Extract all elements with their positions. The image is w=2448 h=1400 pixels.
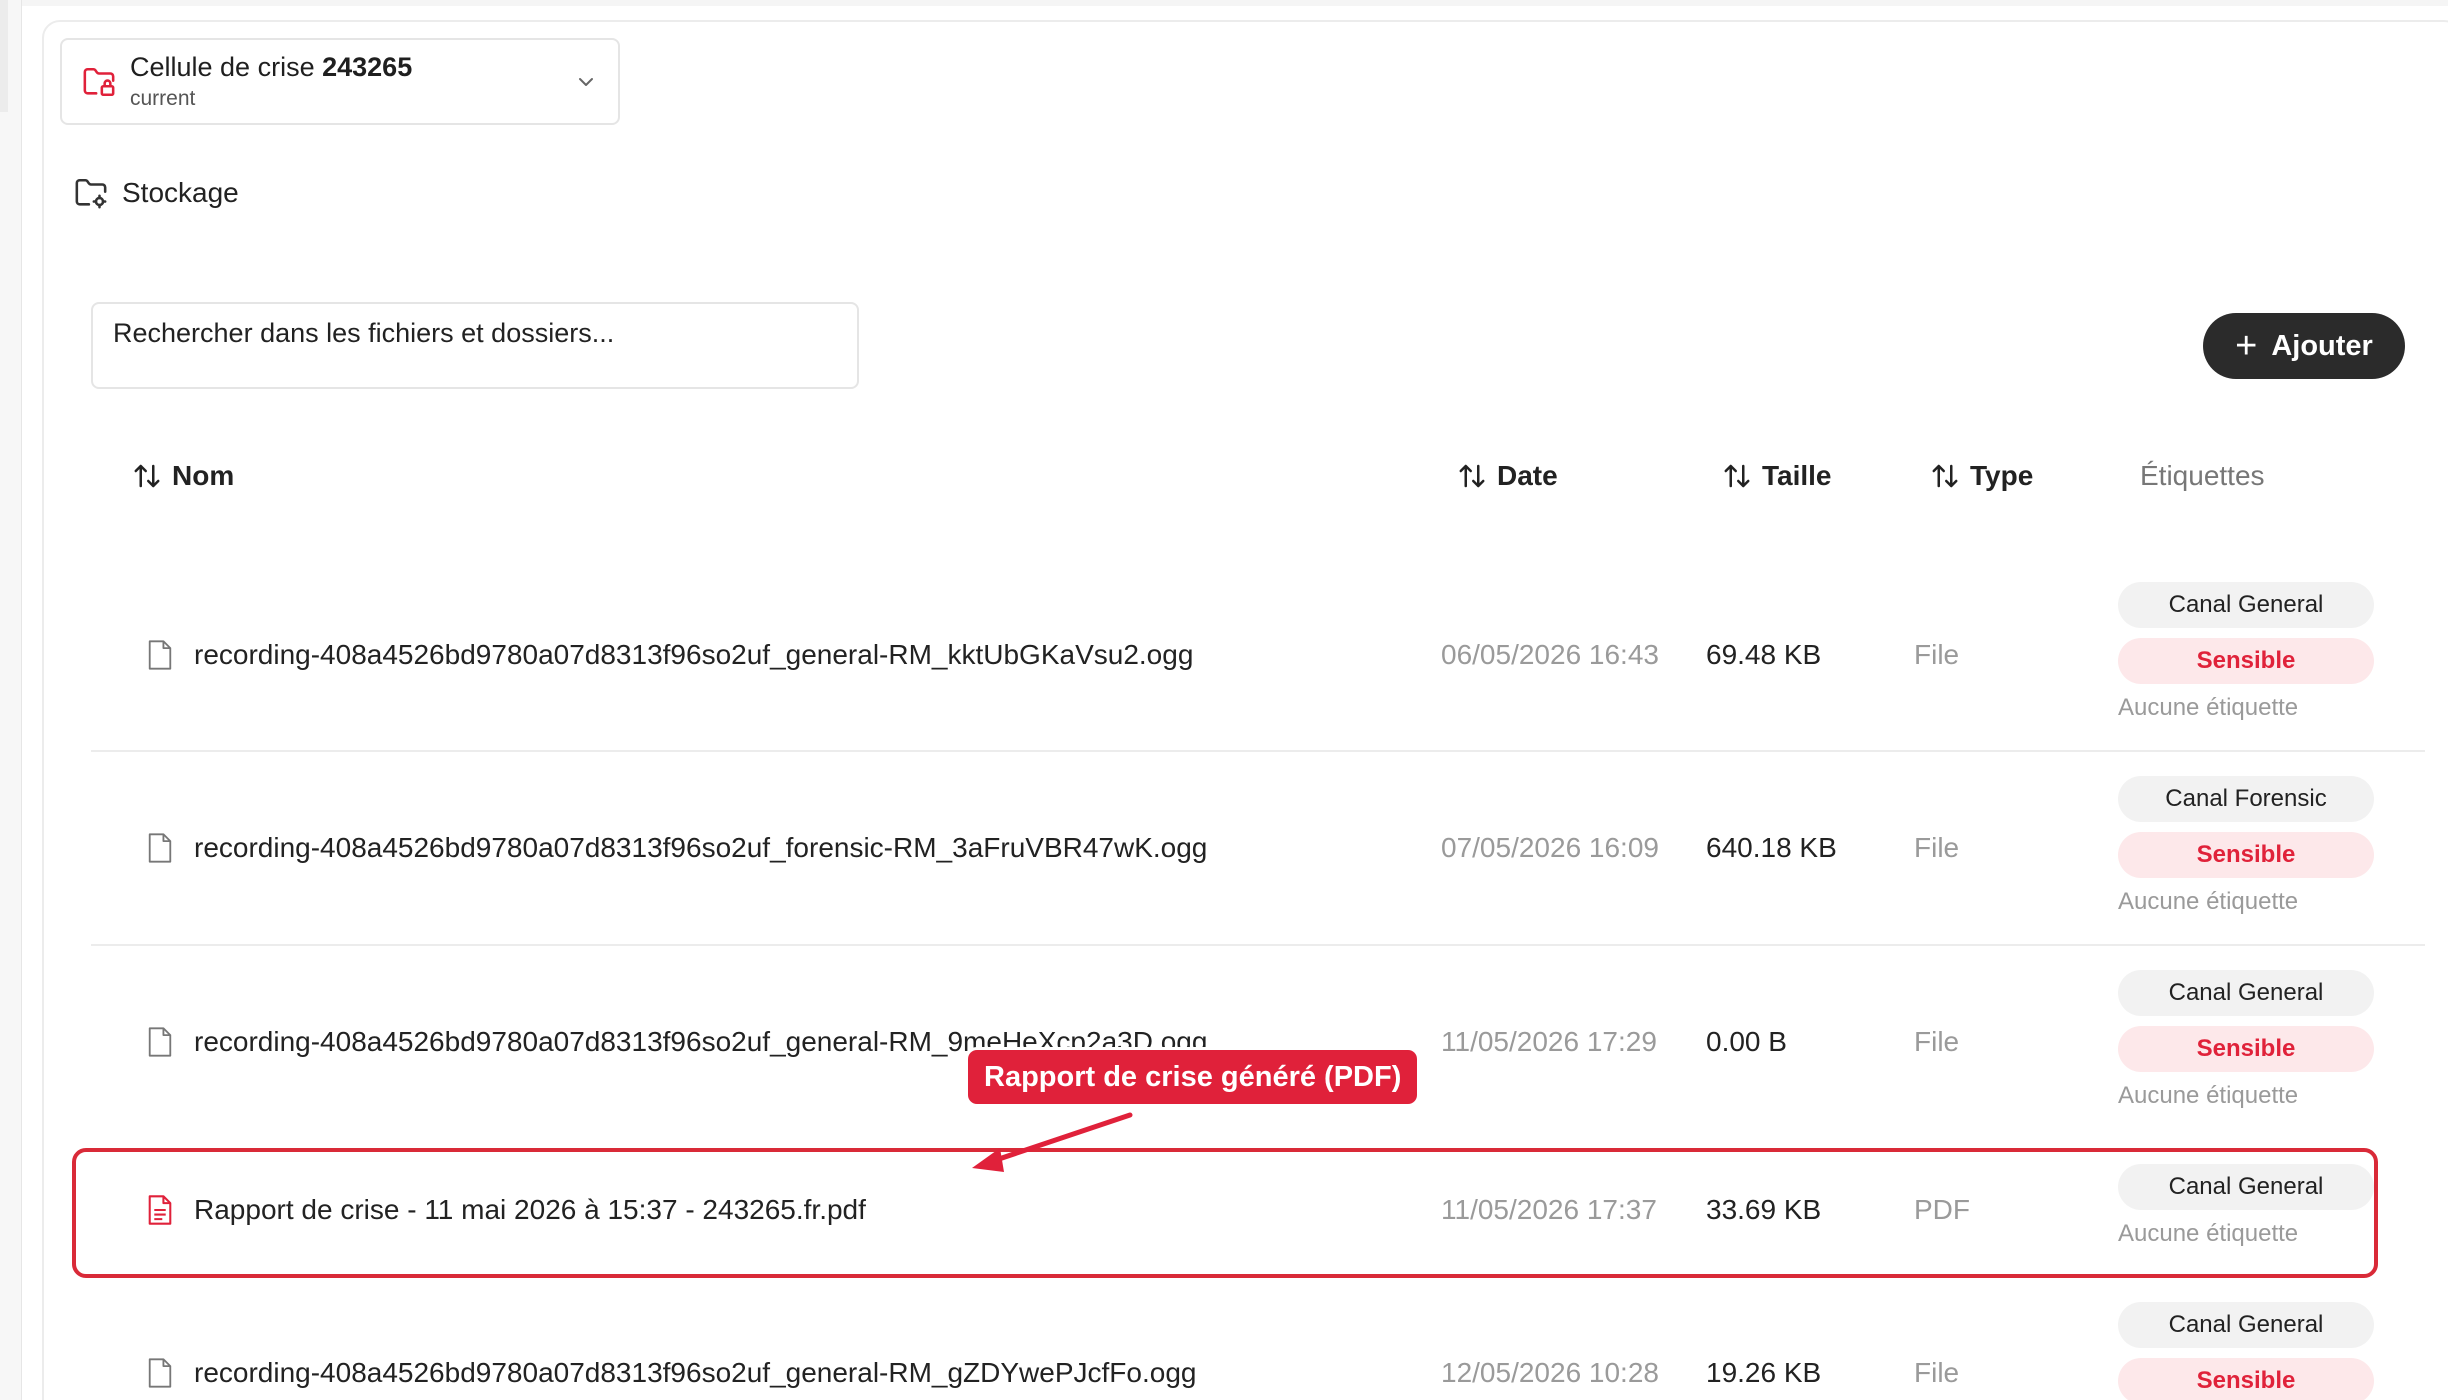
workspace-subtitle: current — [130, 87, 196, 110]
workspace-selector[interactable]: Cellule de crise 243265 current — [60, 38, 620, 125]
search-input[interactable] — [113, 318, 837, 349]
section-label: Stockage — [122, 177, 239, 208]
column-header-date[interactable]: Date — [1457, 460, 1558, 492]
file-name-cell[interactable]: recording-408a4526bd9780a07d8313f96so2uf… — [146, 832, 1207, 864]
column-header-type[interactable]: Type — [1930, 460, 2033, 492]
search-box[interactable] — [91, 302, 859, 389]
tag-sensible[interactable]: Sensible — [2118, 832, 2374, 878]
file-type: File — [1914, 639, 1960, 670]
tag-sensible[interactable]: Sensible — [2118, 1358, 2374, 1400]
section-title: Stockage — [74, 176, 239, 210]
column-header-tags: Étiquettes — [2140, 460, 2265, 492]
workspace-title: Cellule de crise 243265 — [130, 52, 413, 82]
chevron-down-icon — [579, 78, 593, 86]
add-button[interactable]: + Ajouter — [2203, 313, 2405, 379]
folder-settings-icon — [75, 178, 107, 209]
tag-canal[interactable]: Canal Forensic — [2118, 776, 2374, 822]
column-header-size[interactable]: Taille — [1722, 460, 1832, 492]
file-icon — [148, 640, 172, 670]
table-row[interactable]: recording-408a4526bd9780a07d8313f96so2uf… — [91, 570, 2425, 752]
tag-canal[interactable]: Canal General — [2118, 1302, 2374, 1348]
sidebar-notch — [0, 0, 8, 112]
column-header-name-label: Nom — [172, 460, 235, 491]
file-icon — [148, 833, 172, 863]
annotation-arrow-icon — [972, 1112, 1133, 1172]
tags-cell: Canal Forensic Sensible Aucune étiquette — [2118, 776, 2374, 916]
tag-none-label: Aucune étiquette — [2118, 888, 2299, 915]
file-icon — [148, 1358, 172, 1388]
file-date: 06/05/2026 16:43 — [1441, 639, 1659, 670]
annotation-callout: Rapport de crise généré (PDF) — [968, 1050, 1418, 1104]
tags-cell: Canal General Sensible — [2118, 1302, 2374, 1400]
highlight-box — [72, 1148, 2378, 1278]
add-button-label: Ajouter — [2271, 329, 2373, 362]
file-type: File — [1914, 1357, 1960, 1388]
sort-icon — [134, 464, 160, 488]
tag-none-label: Aucune étiquette — [2118, 694, 2299, 721]
column-header-name[interactable]: Nom — [132, 460, 234, 492]
tag-canal[interactable]: Canal General — [2118, 970, 2374, 1016]
file-name: recording-408a4526bd9780a07d8313f96so2uf… — [194, 639, 1194, 670]
file-date: 11/05/2026 17:29 — [1441, 1026, 1657, 1057]
tags-cell: Canal General Sensible Aucune étiquette — [2118, 582, 2374, 722]
top-strip — [22, 0, 2448, 6]
file-type: File — [1914, 832, 1960, 863]
file-name-cell[interactable]: recording-408a4526bd9780a07d8313f96so2uf… — [146, 1357, 1196, 1389]
table-row[interactable]: recording-408a4526bd9780a07d8313f96so2uf… — [91, 946, 2425, 1140]
column-header-type-label: Type — [1970, 460, 2034, 491]
file-size: 640.18 KB — [1706, 832, 1837, 863]
file-name: recording-408a4526bd9780a07d8313f96so2uf… — [194, 832, 1208, 863]
column-header-tags-label: Étiquettes — [2140, 460, 2265, 491]
tag-canal[interactable]: Canal General — [2118, 582, 2374, 628]
column-header-size-label: Taille — [1762, 460, 1832, 491]
column-header-date-label: Date — [1497, 460, 1558, 491]
plus-icon: + — [2235, 325, 2258, 367]
file-date: 07/05/2026 16:09 — [1441, 832, 1659, 863]
folder-lock-icon — [83, 67, 115, 96]
tag-sensible[interactable]: Sensible — [2118, 1026, 2374, 1072]
file-size: 19.26 KB — [1706, 1357, 1822, 1388]
tags-cell: Canal General Sensible Aucune étiquette — [2118, 970, 2374, 1110]
left-sidebar-edge — [0, 0, 22, 1400]
sort-icon — [1459, 464, 1485, 488]
table-row[interactable]: recording-408a4526bd9780a07d8313f96so2uf… — [91, 752, 2425, 946]
file-date: 12/05/2026 10:28 — [1441, 1357, 1659, 1388]
sort-icon — [1932, 464, 1958, 488]
file-name: recording-408a4526bd9780a07d8313f96so2uf… — [194, 1357, 1197, 1388]
table-row[interactable]: recording-408a4526bd9780a07d8313f96so2uf… — [91, 1292, 2425, 1400]
file-icon — [148, 1027, 172, 1057]
file-name-cell[interactable]: recording-408a4526bd9780a07d8313f96so2uf… — [146, 639, 1193, 671]
file-type: File — [1914, 1026, 1960, 1057]
file-size: 69.48 KB — [1706, 639, 1822, 670]
tag-sensible[interactable]: Sensible — [2118, 638, 2374, 684]
file-size: 0.00 B — [1706, 1026, 1787, 1057]
tag-none-label: Aucune étiquette — [2118, 1082, 2299, 1109]
sort-icon — [1724, 464, 1750, 488]
